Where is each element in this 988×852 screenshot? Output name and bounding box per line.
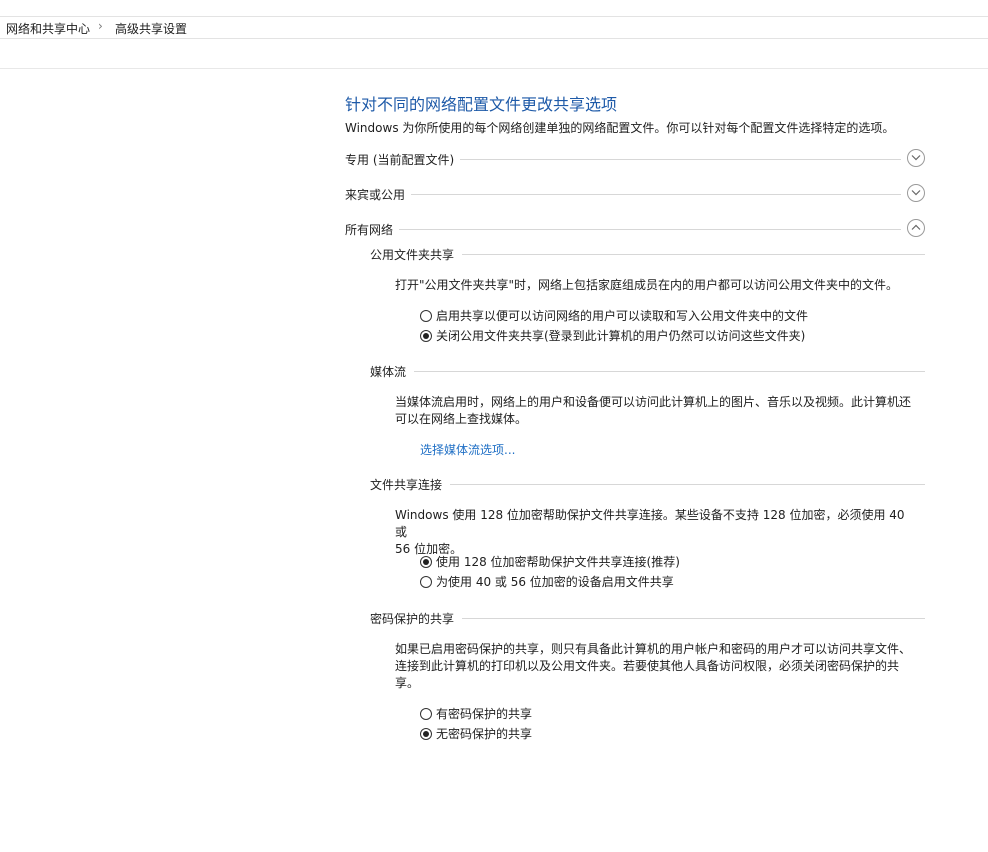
password-description: 如果已启用密码保护的共享，则只有具备此计算机的用户帐户和密码的用户才可以访问共享… bbox=[395, 642, 912, 690]
radio-button[interactable] bbox=[420, 329, 432, 342]
radio-button[interactable] bbox=[420, 575, 432, 588]
chevron-right-icon: › bbox=[98, 19, 103, 33]
radio-button[interactable] bbox=[420, 707, 432, 720]
breadcrumb-network-center[interactable]: 网络和共享中心 bbox=[6, 20, 90, 37]
profile-public-header[interactable]: 来宾或公用 bbox=[345, 183, 925, 205]
password-heading: 密码保护的共享 bbox=[370, 610, 463, 627]
radio-button[interactable] bbox=[420, 727, 432, 740]
chevron-up-icon[interactable] bbox=[907, 219, 925, 237]
chevron-down-icon[interactable] bbox=[907, 184, 925, 202]
profile-all-networks-label: 所有网络 bbox=[345, 221, 400, 238]
encryption-128-option[interactable]: 使用 128 位加密帮助保护文件共享连接(推荐) bbox=[420, 553, 680, 570]
radio-button[interactable] bbox=[420, 555, 432, 568]
public-folder-description: 打开"公用文件夹共享"时，网络上包括家庭组成员在内的用户都可以访问公用文件夹中的… bbox=[395, 278, 899, 292]
public-folder-on-option[interactable]: 启用共享以便可以访问网络的用户可以读取和写入公用文件夹中的文件 bbox=[420, 307, 808, 324]
media-description: 当媒体流启用时，网络上的用户和设备便可以访问此计算机上的图片、音乐以及视频。此计… bbox=[395, 395, 912, 426]
page-title: 针对不同的网络配置文件更改共享选项 bbox=[345, 95, 618, 114]
profile-public-label: 来宾或公用 bbox=[345, 186, 412, 203]
media-heading: 媒体流 bbox=[370, 363, 415, 380]
public-folder-section-header: 公用文件夹共享 bbox=[370, 245, 925, 263]
password-on-option[interactable]: 有密码保护的共享 bbox=[420, 705, 532, 722]
breadcrumb: 网络和共享中心 › 高级共享设置 bbox=[0, 17, 988, 39]
encryption-40-56-option[interactable]: 为使用 40 或 56 位加密的设备启用文件共享 bbox=[420, 573, 674, 590]
profile-private-header[interactable]: 专用 (当前配置文件) bbox=[345, 148, 925, 170]
chevron-down-icon[interactable] bbox=[907, 149, 925, 167]
file-sharing-description: Windows 使用 128 位加密帮助保护文件共享连接。某些设备不支持 128… bbox=[395, 508, 905, 556]
password-off-option[interactable]: 无密码保护的共享 bbox=[420, 725, 532, 742]
public-folder-heading: 公用文件夹共享 bbox=[370, 246, 463, 263]
password-section-header: 密码保护的共享 bbox=[370, 609, 925, 627]
media-options-link[interactable]: 选择媒体流选项... bbox=[420, 441, 515, 458]
breadcrumb-advanced-sharing[interactable]: 高级共享设置 bbox=[115, 20, 187, 37]
file-sharing-section-header: 文件共享连接 bbox=[370, 475, 925, 493]
media-section-header: 媒体流 bbox=[370, 362, 925, 380]
profile-all-networks-header[interactable]: 所有网络 bbox=[345, 218, 925, 240]
toolbar-divider bbox=[0, 68, 988, 69]
page-description: Windows 为你所使用的每个网络创建单独的网络配置文件。你可以针对每个配置文… bbox=[345, 121, 895, 135]
public-folder-off-option[interactable]: 关闭公用文件夹共享(登录到此计算机的用户仍然可以访问这些文件夹) bbox=[420, 327, 805, 344]
file-sharing-heading: 文件共享连接 bbox=[370, 476, 451, 493]
radio-button[interactable] bbox=[420, 309, 432, 322]
profile-private-label: 专用 (当前配置文件) bbox=[345, 151, 461, 168]
